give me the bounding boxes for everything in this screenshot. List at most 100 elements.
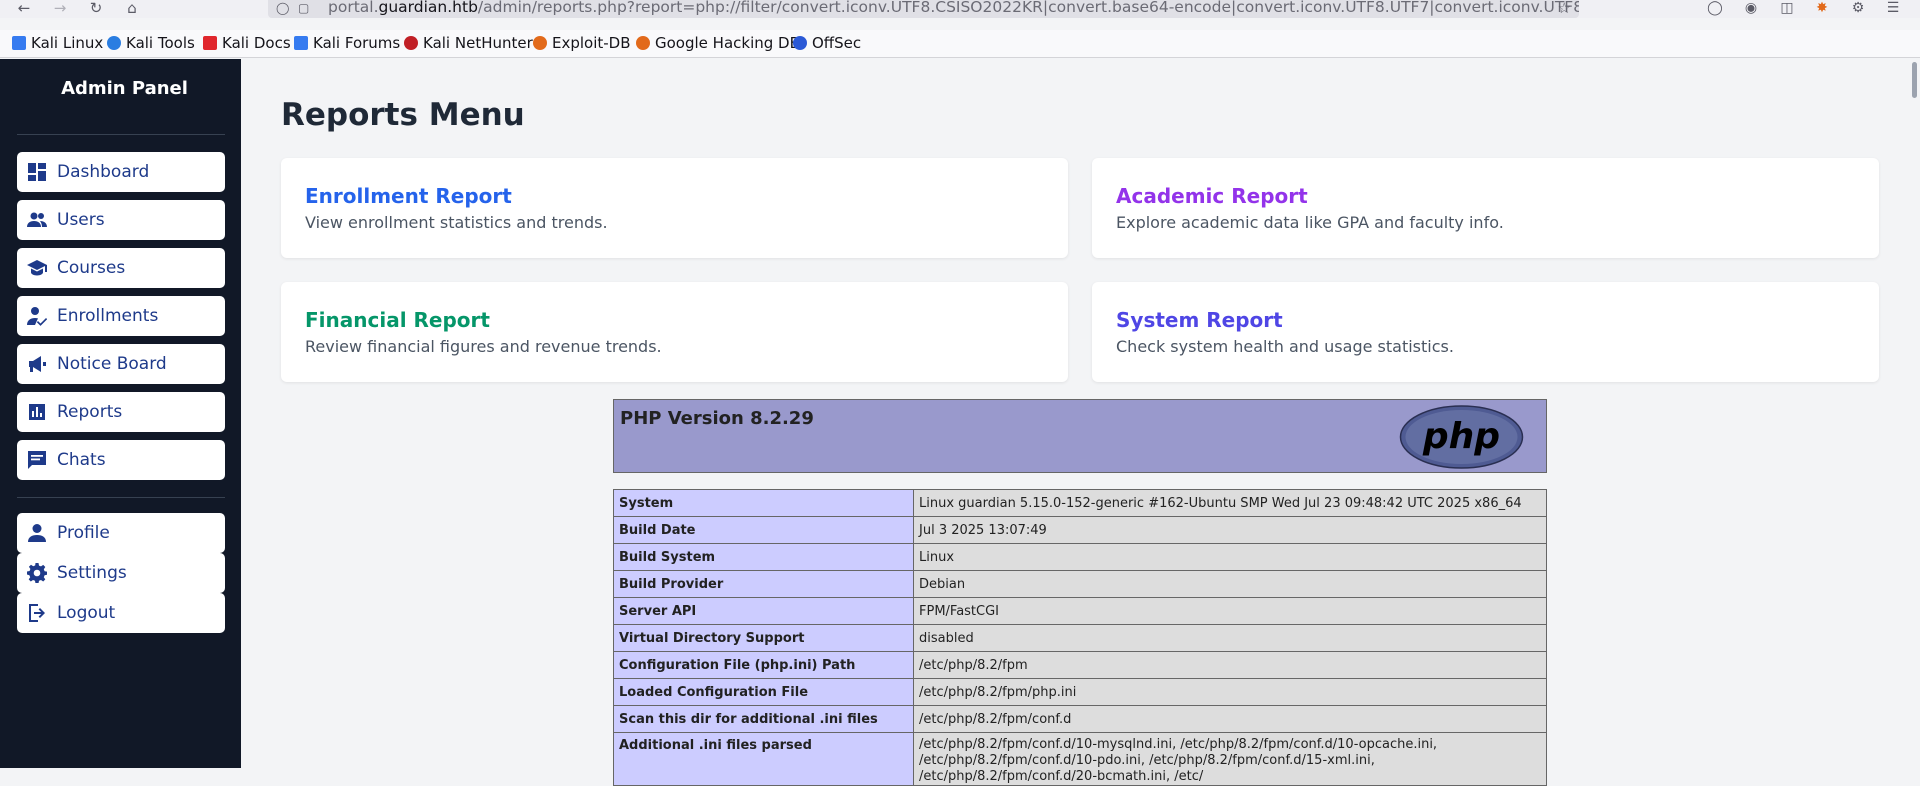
reload-icon[interactable]: ↻ (86, 0, 106, 18)
sidebar-item-label: Users (57, 210, 105, 230)
bookmark-label: Exploit-DB (552, 34, 631, 52)
addon-icon[interactable]: ⚙ (1849, 0, 1867, 18)
table-key: Server API (613, 597, 914, 625)
card-system-report[interactable]: System Report Check system health and us… (1092, 282, 1879, 382)
sidebar-item-logout[interactable]: Logout (17, 593, 225, 633)
forward-icon[interactable]: → (50, 0, 70, 18)
graduation-cap-icon (26, 248, 48, 288)
card-financial-report[interactable]: Financial Report Review financial figure… (281, 282, 1068, 382)
table-row: System Linux guardian 5.15.0-152-generic … (613, 489, 1547, 517)
php-logo-icon: php (1399, 405, 1524, 469)
back-icon[interactable]: ← (14, 0, 34, 18)
sidebar-item-courses[interactable]: Courses (17, 248, 225, 288)
card-title: Financial Report (305, 308, 490, 332)
sidebar-item-label: Chats (57, 450, 106, 470)
table-row: Scan this dir for additional .ini files /… (613, 705, 1547, 733)
sidebar-item-chats[interactable]: Chats (17, 440, 225, 480)
url-bar[interactable]: ◯ ▢ portal.guardian.htb/admin/reports.ph… (268, 0, 1579, 18)
sidebar-item-label: Reports (57, 402, 123, 422)
sidebar-item-label: Logout (57, 603, 116, 623)
brand-title: Admin Panel (61, 78, 188, 99)
bookmark-google-hacking-db[interactable]: Google Hacking DB (636, 32, 800, 54)
bookmark-kali-tools[interactable]: Kali Tools (107, 32, 195, 54)
extensions-icon[interactable]: ◫ (1778, 0, 1796, 18)
sidebar-item-notice-board[interactable]: Notice Board (17, 344, 225, 384)
logout-icon (26, 593, 48, 633)
bookmark-label: Kali NetHunter (423, 34, 533, 52)
table-row: Build Provider Debian (613, 570, 1547, 598)
table-value: FPM/FastCGI (913, 597, 1547, 625)
foxyproxy-icon[interactable]: ✸ (1813, 0, 1831, 18)
card-description: Check system health and usage statistics… (1116, 337, 1454, 356)
table-key: Scan this dir for additional .ini files (613, 705, 914, 733)
chat-icon (26, 440, 48, 480)
table-key: System (613, 489, 914, 517)
table-row: Virtual Directory Support disabled (613, 624, 1547, 652)
account-icon[interactable]: ◉ (1742, 0, 1760, 18)
ghdb-icon (636, 36, 650, 50)
table-key: Virtual Directory Support (613, 624, 914, 652)
sidebar-item-settings[interactable]: Settings (17, 553, 225, 593)
table-row: Additional .ini files parsed/etc/php/8.2… (613, 732, 1547, 786)
bookmark-kali-docs[interactable]: Kali Docs (203, 32, 291, 54)
table-value: /etc/php/8.2/fpm/php.ini (913, 678, 1547, 706)
card-academic-report[interactable]: Academic Report Explore academic data li… (1092, 158, 1879, 258)
table-key: Build Provider (613, 570, 914, 598)
table-key: Build Date (613, 516, 914, 544)
bookmark-kali-nethunter[interactable]: Kali NetHunter (404, 32, 533, 54)
bookmark-kali-forums[interactable]: Kali Forums (294, 32, 400, 54)
table-row: Build Date Jul 3 2025 13:07:49 (613, 516, 1547, 544)
table-value: /etc/php/8.2/fpm (913, 651, 1547, 679)
table-value: Jul 3 2025 13:07:49 (913, 516, 1547, 544)
sidebar-item-label: Settings (57, 563, 127, 583)
kali-docs-icon (203, 36, 217, 50)
gear-icon (26, 553, 48, 593)
bookmark-label: Google Hacking DB (655, 34, 800, 52)
kali-forums-icon (294, 36, 308, 50)
table-value: Debian (913, 570, 1547, 598)
card-enrollment-report[interactable]: Enrollment Report View enrollment statis… (281, 158, 1068, 258)
card-description: View enrollment statistics and trends. (305, 213, 608, 232)
bookmark-exploit-db[interactable]: Exploit-DB (533, 32, 631, 54)
bookmark-offsec[interactable]: OffSec (793, 32, 861, 54)
table-row: Server API FPM/FastCGI (613, 597, 1547, 625)
phpinfo-table: System Linux guardian 5.15.0-152-generic … (613, 489, 1547, 786)
table-row: Configuration File (php.ini) Path/etc/ph… (613, 651, 1547, 679)
table-key: Configuration File (php.ini) Path (613, 651, 914, 679)
page-scrollbar[interactable] (1912, 62, 1917, 98)
sidebar-item-enrollments[interactable]: Enrollments (17, 296, 225, 336)
sidebar-item-label: Dashboard (57, 162, 150, 182)
table-key: Loaded Configuration File (613, 678, 914, 706)
sidebar-divider (17, 497, 225, 498)
kali-tools-icon (107, 36, 121, 50)
sidebar-item-users[interactable]: Users (17, 200, 225, 240)
sidebar-item-profile[interactable]: Profile (17, 513, 225, 553)
pocket-icon[interactable]: ◯ (1706, 0, 1724, 18)
chart-icon (26, 392, 48, 432)
kali-linux-icon (12, 36, 26, 50)
user-check-icon (26, 296, 48, 336)
person-icon (26, 513, 48, 553)
bookmark-label: OffSec (812, 34, 862, 52)
table-row: Build System Linux (613, 543, 1547, 571)
table-value: Linux guardian 5.15.0-152-generic #162-U… (913, 489, 1547, 517)
offsec-icon (793, 36, 807, 50)
menu-icon[interactable]: ☰ (1884, 0, 1902, 18)
sidebar-item-dashboard[interactable]: Dashboard (17, 152, 225, 192)
home-icon[interactable]: ⌂ (122, 0, 142, 18)
sidebar-item-reports[interactable]: Reports (17, 392, 225, 432)
table-key: Build System (613, 543, 914, 571)
bookmark-kali-linux[interactable]: Kali Linux (12, 32, 103, 54)
users-icon (26, 200, 48, 240)
phpinfo-header: PHP Version 8.2.29 php (613, 399, 1547, 473)
bookmark-star-icon[interactable]: ☆ (1558, 0, 1571, 16)
table-value: disabled (913, 624, 1547, 652)
bookmarks-toolbar: Kali Linux Kali Tools Kali Docs Kali For… (0, 30, 1920, 58)
bookmark-label: Kali Docs (222, 34, 291, 52)
table-row: Loaded Configuration File/etc/php/8.2/fp… (613, 678, 1547, 706)
svg-text:php: php (1422, 416, 1500, 457)
exploit-db-icon (533, 36, 547, 50)
page-info-icon[interactable]: ▢ (298, 0, 309, 16)
card-title: Academic Report (1116, 184, 1308, 208)
sidebar-item-label: Courses (57, 258, 126, 278)
